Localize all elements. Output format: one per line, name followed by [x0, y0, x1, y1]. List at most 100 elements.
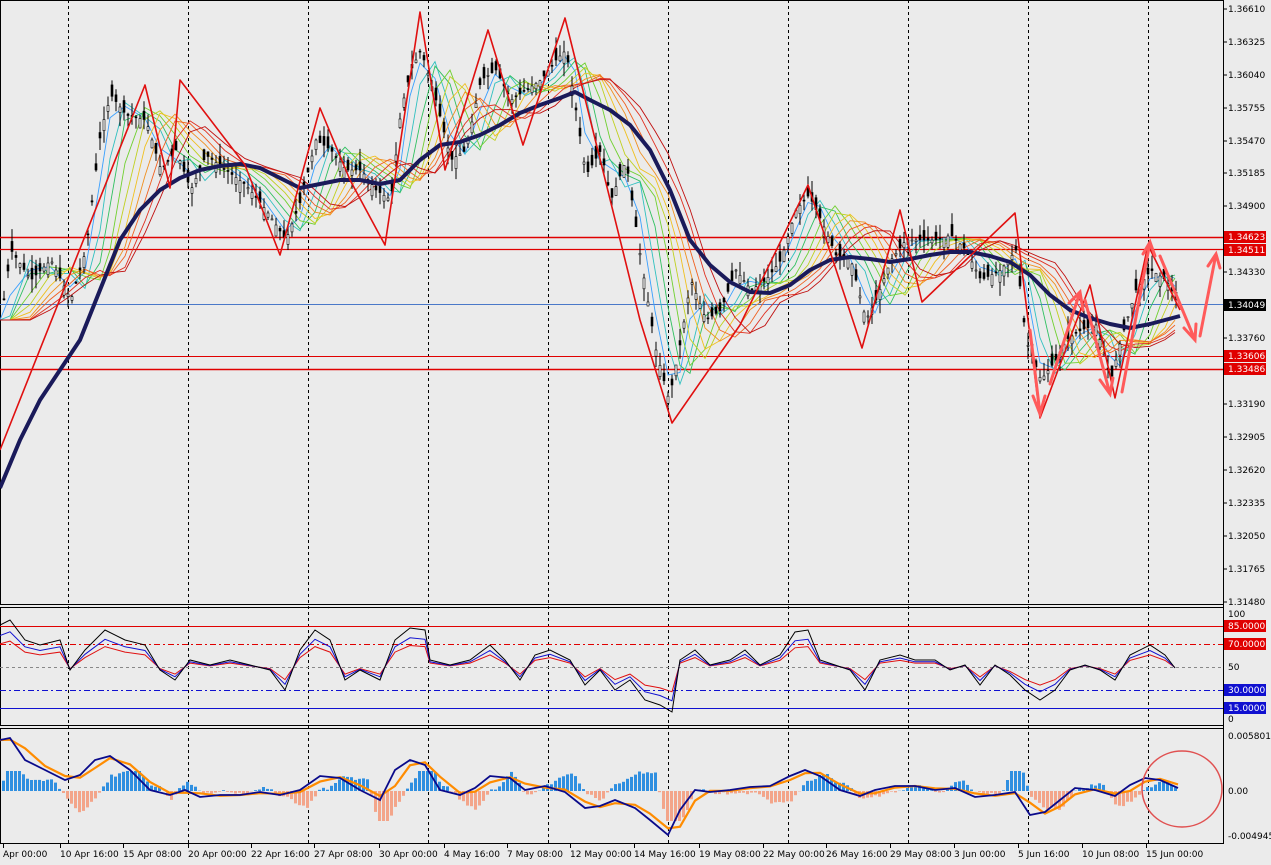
candle-body — [51, 262, 53, 263]
candle-body — [299, 193, 301, 203]
macd-histogram-bar — [338, 779, 341, 791]
macd-histogram-bar — [1042, 791, 1045, 807]
macd-histogram-bar — [1150, 787, 1153, 791]
macd-histogram-bar — [618, 783, 621, 791]
candle-body — [1151, 269, 1153, 271]
macd-tick-label: -0.004945 — [1228, 832, 1271, 842]
candle-body — [247, 188, 249, 189]
macd-histogram-bar — [390, 791, 393, 816]
candle-body — [935, 232, 937, 240]
candle-body — [395, 155, 397, 161]
macd-histogram-bar — [86, 791, 89, 807]
price-level-label: 1.33606 — [1228, 352, 1265, 362]
macd-histogram-bar — [566, 774, 569, 791]
time-tick-label: 26 May 16:00 — [826, 850, 888, 860]
candle-body — [59, 268, 61, 278]
price-tick-label: 1.32620 — [1228, 466, 1265, 476]
candle-body — [539, 81, 541, 87]
candle-body — [419, 51, 421, 52]
macd-histogram-bar — [94, 791, 97, 798]
macd-histogram-bar — [262, 787, 265, 791]
candle-body — [423, 55, 425, 60]
candle-body — [99, 133, 101, 139]
macd-histogram-bar — [302, 791, 305, 806]
time-tick-label: 12 May 00:00 — [570, 850, 632, 860]
macd-histogram-bar — [270, 789, 273, 791]
time-tick-label: 4 May 16:00 — [444, 850, 500, 860]
macd-histogram-bar — [90, 791, 93, 802]
candle-body — [847, 259, 849, 268]
candle-body — [799, 205, 801, 213]
candle-body — [495, 62, 497, 71]
macd-histogram-bar — [1046, 791, 1049, 810]
candle-body — [123, 101, 125, 113]
candle-body — [1047, 371, 1049, 374]
macd-tick-label: 0.0058016 — [1228, 732, 1271, 742]
candle-body — [999, 271, 1001, 283]
macd-histogram-bar — [1002, 790, 1005, 791]
candle-body — [11, 241, 13, 251]
candle-body — [195, 178, 197, 183]
candle-body — [971, 262, 973, 268]
candle-body — [927, 238, 929, 240]
price-tick-label: 1.31480 — [1228, 598, 1265, 608]
macd-histogram-bar — [734, 791, 737, 794]
candle-body — [107, 106, 109, 112]
candle-body — [243, 182, 245, 183]
candle-body — [939, 238, 941, 239]
candle-body — [587, 162, 589, 172]
candle-body — [959, 244, 961, 250]
candle-body — [455, 157, 457, 169]
candle-body — [175, 141, 177, 150]
chart-canvas[interactable]: 1.366101.363251.360401.357551.354701.351… — [0, 0, 1271, 861]
candle-body — [351, 170, 353, 175]
macd-histogram-bar — [330, 786, 333, 791]
macd-histogram-bar — [478, 791, 481, 806]
candle-body — [375, 186, 377, 190]
candle-body — [155, 143, 157, 153]
candle-body — [315, 140, 317, 150]
candle-body — [531, 86, 533, 93]
macd-histogram-bar — [938, 791, 941, 793]
macd-histogram-bar — [902, 790, 905, 791]
candle-body — [699, 304, 701, 309]
macd-histogram-bar — [186, 782, 189, 791]
macd-histogram-bar — [526, 791, 529, 794]
macd-histogram-bar — [1018, 771, 1021, 791]
macd-histogram-bar — [226, 791, 229, 792]
candle-body — [659, 365, 661, 376]
macd-histogram-bar — [402, 791, 405, 796]
candle-body — [839, 244, 841, 256]
time-tick-label: 27 Apr 08:00 — [314, 850, 373, 860]
macd-histogram-bar — [222, 790, 225, 791]
candle-body — [19, 264, 21, 268]
candle-body — [331, 148, 333, 152]
macd-histogram-bar — [422, 771, 425, 791]
candle-body — [235, 178, 237, 185]
candle-body — [439, 104, 441, 116]
candle-body — [555, 48, 557, 60]
candle-body — [579, 128, 581, 136]
candle-body — [651, 317, 653, 326]
macd-histogram-bar — [662, 791, 665, 809]
macd-histogram-bar — [654, 773, 657, 792]
candle-body — [1111, 366, 1113, 376]
candle-body — [223, 169, 225, 170]
macd-histogram-bar — [6, 771, 9, 791]
candle-body — [551, 65, 553, 66]
price-tick-label: 1.35470 — [1228, 137, 1265, 147]
price-tick-label: 1.36325 — [1228, 38, 1265, 48]
candle-body — [775, 267, 777, 272]
macd-histogram-bar — [482, 791, 485, 801]
candle-body — [647, 302, 649, 306]
candle-body — [275, 225, 277, 236]
macd-histogram-bar — [782, 791, 785, 803]
candle-body — [459, 154, 461, 156]
candle-body — [543, 71, 545, 76]
candle-body — [675, 365, 677, 376]
candle-body — [191, 188, 193, 194]
candle-body — [55, 270, 57, 277]
macd-histogram-bar — [586, 791, 589, 794]
macd-histogram-bar — [522, 791, 525, 792]
candle-body — [623, 165, 625, 177]
